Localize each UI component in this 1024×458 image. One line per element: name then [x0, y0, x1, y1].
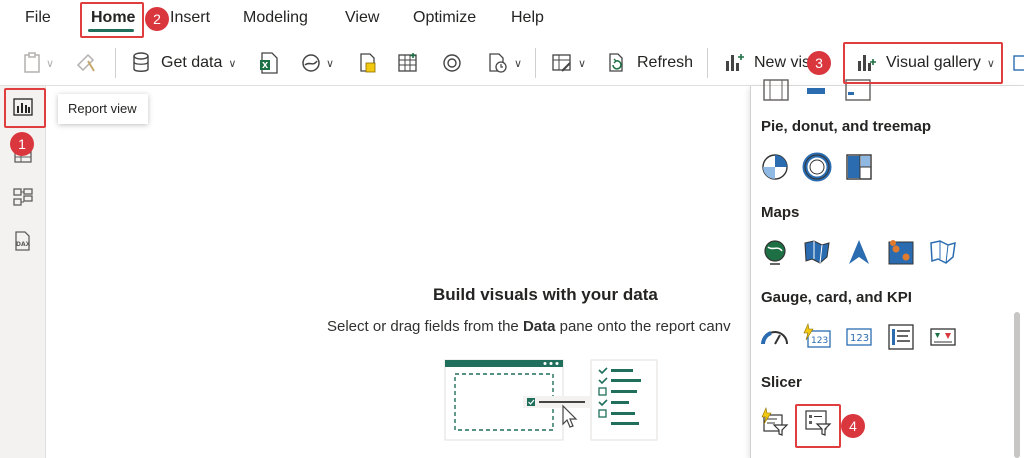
clock-document-icon	[489, 53, 507, 73]
transform-data-icon	[552, 54, 571, 72]
tab-optimize[interactable]: Optimize	[413, 9, 476, 27]
excel-icon: X	[260, 52, 278, 74]
recent-button[interactable]: ∨	[486, 50, 522, 76]
tab-insert[interactable]: Insert	[170, 9, 210, 27]
new-visual-icon	[726, 54, 744, 71]
section-title-maps: Maps	[761, 204, 800, 221]
chevron-down-icon: ∨	[578, 57, 587, 70]
gauge-icon[interactable]	[760, 322, 790, 352]
chevron-down-icon: ∨	[514, 57, 523, 70]
new-visual-label: New vis	[754, 54, 811, 71]
kpi-icon[interactable]	[928, 322, 958, 352]
format-painter-button[interactable]	[74, 50, 98, 76]
section-title-gauge: Gauge, card, and KPI	[761, 289, 912, 306]
ribbon-separator	[535, 48, 536, 78]
svg-text:123: 123	[850, 333, 869, 344]
gallery-scrollbar[interactable]	[1014, 312, 1020, 458]
svg-text:DAX: DAX	[16, 241, 31, 248]
clipboard-icon	[24, 52, 40, 73]
donut-chart-icon[interactable]	[802, 152, 832, 182]
paste-button[interactable]: ∨	[22, 50, 54, 76]
slicer-new-icon[interactable]	[760, 407, 790, 437]
text-box-button[interactable]	[1012, 50, 1024, 76]
card-icon[interactable]: 123	[844, 322, 874, 352]
visual-gallery-panel: Pie, donut, and treemap Maps Gauge, card…	[750, 79, 1024, 458]
subtitle-data-bold: Data	[522, 318, 556, 335]
canvas-title: Build visuals with your data	[433, 285, 658, 304]
highlight-visual-gallery	[843, 42, 1003, 84]
step-badge-4: 4	[841, 414, 865, 438]
canvas-subtitle: Select or drag fields from the Data pane…	[327, 318, 731, 335]
tab-view[interactable]: View	[345, 9, 379, 27]
document-icon	[360, 53, 376, 73]
empty-canvas-illustration	[444, 359, 658, 441]
arcgis-map-icon[interactable]	[886, 237, 916, 267]
subtitle-text-end: pane onto the report canv	[555, 318, 731, 335]
refresh-label: Refresh	[637, 54, 694, 71]
matrix-visual-icon[interactable]	[761, 74, 791, 104]
filled-map-icon[interactable]	[802, 237, 832, 267]
transform-data-button[interactable]: ∨	[550, 50, 586, 76]
power-bi-window: File Home Insert Modeling View Optimize …	[0, 0, 1024, 458]
onelake-icon	[302, 54, 320, 72]
recent-sources-button[interactable]	[440, 50, 464, 76]
tab-file[interactable]: File	[25, 9, 51, 27]
card-new-icon[interactable]: 123	[802, 322, 832, 352]
step-badge-1: 1	[10, 132, 34, 156]
map-globe-icon[interactable]	[760, 237, 790, 267]
chevron-down-icon: ∨	[46, 57, 55, 70]
tab-modeling[interactable]: Modeling	[243, 9, 308, 27]
highlight-report-view	[4, 88, 46, 128]
treemap-icon[interactable]	[844, 152, 874, 182]
format-painter-icon	[76, 53, 95, 72]
dataflows-button[interactable]	[357, 50, 379, 76]
svg-text:X: X	[262, 61, 269, 70]
subtitle-text: Select or drag fields from the	[327, 318, 523, 335]
section-title-slicer: Slicer	[761, 374, 802, 391]
svg-text:123: 123	[811, 336, 828, 346]
pie-chart-icon[interactable]	[760, 152, 790, 182]
table-icon	[398, 53, 417, 72]
step-badge-3: 3	[807, 51, 831, 75]
dax-query-view-icon[interactable]: DAX	[12, 230, 34, 252]
spiral-icon	[443, 54, 461, 72]
get-data-label: Get data	[161, 54, 223, 71]
section-title-pie: Pie, donut, and treemap	[761, 118, 932, 135]
tab-help[interactable]: Help	[511, 9, 544, 27]
new-visual-button[interactable]: New vis	[722, 50, 810, 76]
excel-button[interactable]: X	[258, 50, 280, 76]
refresh-icon	[609, 53, 623, 72]
chevron-down-icon: ∨	[326, 57, 335, 70]
database-icon	[133, 52, 149, 72]
highlight-slicer	[795, 404, 841, 448]
highlight-home-tab	[80, 2, 144, 38]
azure-map-icon[interactable]	[844, 237, 874, 267]
step-badge-2: 2	[145, 7, 169, 31]
ribbon-separator	[707, 48, 708, 78]
report-view-tooltip: Report view	[58, 94, 148, 124]
get-data-button[interactable]: Get data ∨	[131, 50, 236, 76]
chevron-down-icon: ∨	[228, 57, 237, 70]
model-view-icon[interactable]	[12, 186, 34, 208]
enter-data-button[interactable]	[396, 50, 420, 76]
refresh-button[interactable]: Refresh	[605, 50, 693, 76]
funnel-visual-icon[interactable]	[801, 74, 831, 104]
ribbon-separator	[115, 48, 116, 78]
shape-map-icon[interactable]	[928, 237, 958, 267]
text-box-icon	[1013, 55, 1024, 71]
multi-row-card-icon[interactable]	[886, 322, 916, 352]
onelake-hub-button[interactable]: ∨	[300, 50, 334, 76]
